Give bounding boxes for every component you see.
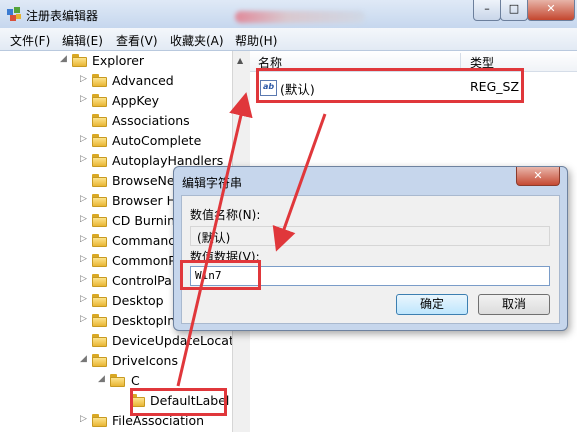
arrow-to-data-input bbox=[272, 113, 327, 252]
arrow-to-default-entry bbox=[176, 92, 253, 387]
annotation-arrows bbox=[176, 92, 327, 387]
